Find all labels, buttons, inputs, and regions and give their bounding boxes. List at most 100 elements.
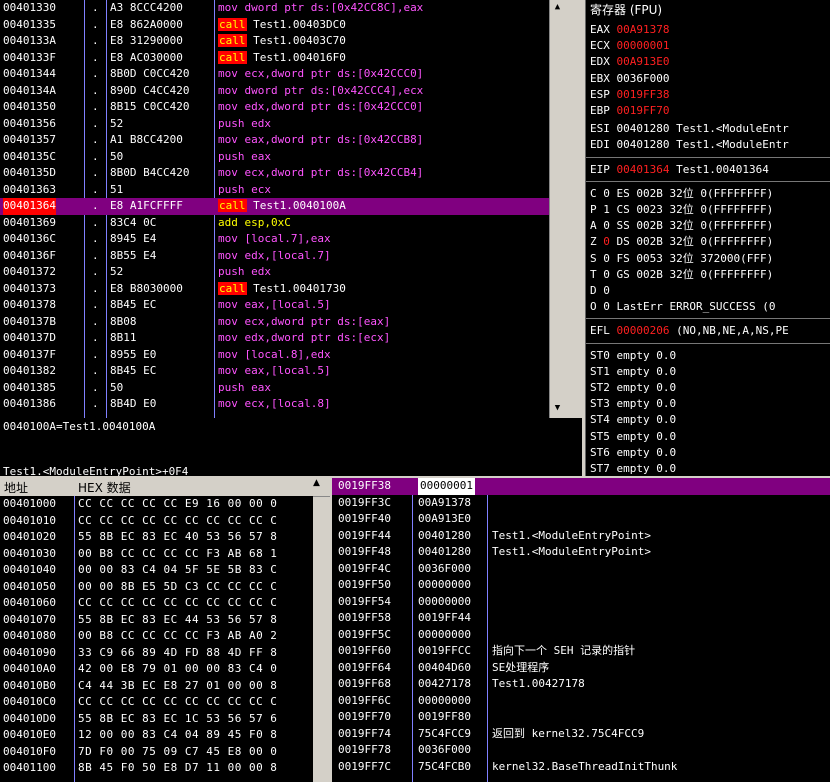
- disassembly-row[interactable]: 00401385. 50 push eax: [0, 380, 565, 397]
- hexdump-row[interactable]: 00401100 8B 45 F0 50 E8 D7 11 00 00 8: [0, 760, 313, 777]
- hexdump-row[interactable]: 004010B0 C4 44 3B EC E8 27 01 00 00 8: [0, 678, 313, 695]
- disassembly-row[interactable]: 0040136F. 8B55 E4 mov edx,[local.7]: [0, 248, 565, 265]
- disassembly-row[interactable]: 0040137F. 8955 E0 mov [local.8],edx: [0, 347, 565, 364]
- stack-row[interactable]: 0019FF6C 00000000: [332, 693, 830, 710]
- fpu-row[interactable]: ST0 empty 0.0: [590, 348, 676, 364]
- flag-row[interactable]: T 0 GS 002B 32位 0(FFFFFFFF): [590, 267, 773, 283]
- hexdump-row[interactable]: 004010F0 7D F0 00 75 09 C7 45 E8 00 0: [0, 744, 313, 761]
- flag-row[interactable]: A 0 SS 002B 32位 0(FFFFFFFF): [590, 218, 773, 234]
- hexdump-row[interactable]: 00401040 00 00 83 C4 04 5F 5E 5B 83 C: [0, 562, 313, 579]
- hexdump-row[interactable]: 00401010 CC CC CC CC CC CC CC CC CC C: [0, 513, 313, 530]
- disassembly-row[interactable]: 00401356. 52 push edx: [0, 116, 565, 133]
- flag-row[interactable]: P 1 CS 0023 32位 0(FFFFFFFF): [590, 202, 773, 218]
- stack-row[interactable]: 0019FF58 0019FF44: [332, 610, 830, 627]
- instruction-marker: .: [92, 34, 99, 47]
- stack-row[interactable]: 0019FF54 00000000: [332, 594, 830, 611]
- scroll-up-icon[interactable]: ▲: [551, 1, 564, 14]
- flag-row[interactable]: O 0 LastErr ERROR_SUCCESS (0: [590, 299, 775, 315]
- hexdump-row[interactable]: 00401000 CC CC CC CC CC E9 16 00 00 0: [0, 496, 313, 513]
- fpu-row[interactable]: ST2 empty 0.0: [590, 380, 676, 396]
- stack-row[interactable]: 0019FF40 00A913E0: [332, 511, 830, 528]
- disassembly-row[interactable]: 00401344. 8B0D C0CC420 mov ecx,dword ptr d…: [0, 66, 565, 83]
- stack-row[interactable]: 0019FF38 00000001: [332, 478, 830, 495]
- disassembly-row[interactable]: 0040134A. 890D C4CC420 mov dword ptr ds:[0…: [0, 83, 565, 100]
- disassembly-scrollbar[interactable]: ▲ ▼: [549, 0, 565, 418]
- hexdump-row[interactable]: 00401090 33 C9 66 89 4D FD 88 4D FF 8: [0, 645, 313, 662]
- flag-value: 0: [603, 235, 610, 249]
- stack-pane[interactable]: 0019FF38 00000001 0019FF3C 00A91378 0019FF40…: [332, 478, 830, 782]
- disassembly-row[interactable]: 00401373. E8 B8030000 call Test1.00401730: [0, 281, 565, 298]
- instruction-address: 00401335: [3, 17, 56, 31]
- disassembly-row[interactable]: 0040136C. 8945 E4 mov [local.7],eax: [0, 231, 565, 248]
- flag-row[interactable]: C 0 ES 002B 32位 0(FFFFFFFF): [590, 186, 773, 202]
- register-row[interactable]: EIP 00401364 Test1.00401364: [590, 162, 769, 178]
- fpu-row[interactable]: ST1 empty 0.0: [590, 364, 676, 380]
- disassembly-row[interactable]: 00401335. E8 862A0000 call Test1.00403DC0: [0, 17, 565, 34]
- register-row[interactable]: ESI 00401280 Test1.<ModuleEntr: [590, 121, 789, 137]
- disassembly-row[interactable]: 0040133A. E8 31290000 call Test1.00403C70: [0, 33, 565, 50]
- disassembly-row[interactable]: 00401378. 8B45 EC mov eax,[local.5]: [0, 297, 565, 314]
- hexdump-row[interactable]: 00401020 55 8B EC 83 EC 40 53 56 57 8: [0, 529, 313, 546]
- disassembly-row[interactable]: 0040135C. 50 push eax: [0, 149, 565, 166]
- disassembly-row[interactable]: 00401330. A3 8CCC4200 mov dword ptr ds:[0x…: [0, 0, 565, 17]
- column-header-address[interactable]: 地址: [4, 479, 28, 496]
- fpu-row[interactable]: ST7 empty 0.0: [590, 461, 676, 476]
- disassembly-row[interactable]: 00401363. 51 push ecx: [0, 182, 565, 199]
- stack-row[interactable]: 0019FF68 00427178 Test1.00427178: [332, 676, 830, 693]
- register-row[interactable]: EDI 00401280 Test1.<ModuleEntr: [590, 137, 789, 153]
- stack-row[interactable]: 0019FF70 0019FF80: [332, 709, 830, 726]
- disassembly-row[interactable]: 00401350. 8B15 C0CC420 mov edx,dword ptr d…: [0, 99, 565, 116]
- hexdump-row[interactable]: 00401030 00 B8 CC CC CC CC F3 AB 68 1: [0, 546, 313, 563]
- register-row[interactable]: EBX 0036F000: [590, 71, 669, 87]
- hexdump-pane[interactable]: 00401000 CC CC CC CC CC E9 16 00 00 0 0040…: [0, 496, 313, 782]
- hexdump-row[interactable]: 004010A0 42 00 E8 79 01 00 00 83 C4 0: [0, 661, 313, 678]
- registers-pane[interactable]: 寄存器 (FPU) EAX 00A91378 ECX 00000001 EDX …: [585, 0, 830, 476]
- register-row[interactable]: EAX 00A91378: [590, 22, 669, 38]
- hexdump-row[interactable]: 00401070 55 8B EC 83 EC 44 53 56 57 8: [0, 612, 313, 629]
- scroll-up-icon[interactable]: ▲: [313, 478, 320, 488]
- fpu-row[interactable]: ST5 empty 0.0: [590, 429, 676, 445]
- hexdump-row[interactable]: 004010D0 55 8B EC 83 EC 1C 53 56 57 6: [0, 711, 313, 728]
- scroll-down-icon[interactable]: ▼: [551, 402, 564, 415]
- stack-row[interactable]: 0019FF60 0019FFCC 指向下一个 SEH 记录的指针: [332, 643, 830, 660]
- hexdump-row[interactable]: 00401050 00 00 8B E5 5D C3 CC CC CC C: [0, 579, 313, 596]
- disassembly-row[interactable]: 0040133F. E8 AC030000 call Test1.004016F0: [0, 50, 565, 67]
- register-row[interactable]: ESP 0019FF38: [590, 87, 669, 103]
- fpu-row[interactable]: ST4 empty 0.0: [590, 412, 676, 428]
- hexdump-row[interactable]: 004010E0 12 00 00 83 C4 04 89 45 F0 8: [0, 727, 313, 744]
- fpu-row[interactable]: ST6 empty 0.0: [590, 445, 676, 461]
- fpu-row[interactable]: ST3 empty 0.0: [590, 396, 676, 412]
- stack-row[interactable]: 0019FF4C 0036F000: [332, 561, 830, 578]
- instruction-text: mov dword ptr ds:[0x42CC8C],eax: [218, 0, 423, 17]
- disassembly-row[interactable]: 0040135D. 8B0D B4CC420 mov ecx,dword ptr d…: [0, 165, 565, 182]
- disassembly-row[interactable]: 0040137D. 8B11 mov edx,dword ptr ds:[ecx]: [0, 330, 565, 347]
- stack-row[interactable]: 0019FF48 00401280 Test1.<ModuleEntryPoint>: [332, 544, 830, 561]
- stack-row[interactable]: 0019FF5C 00000000: [332, 627, 830, 644]
- disassembly-row[interactable]: 00401382. 8B45 EC mov eax,[local.5]: [0, 363, 565, 380]
- hexdump-row[interactable]: 00401080 00 B8 CC CC CC CC F3 AB A0 2: [0, 628, 313, 645]
- hexdump-row[interactable]: 00401060 CC CC CC CC CC CC CC CC CC C: [0, 595, 313, 612]
- flag-row[interactable]: Z 0 DS 002B 32位 0(FFFFFFFF): [590, 234, 773, 250]
- disassembly-row[interactable]: 00401372. 52 push edx: [0, 264, 565, 281]
- stack-row[interactable]: 0019FF50 00000000: [332, 577, 830, 594]
- disassembly-row[interactable]: 00401357. A1 B8CC4200 mov eax,dword ptr ds…: [0, 132, 565, 149]
- register-row[interactable]: EBP 0019FF70: [590, 103, 669, 119]
- stack-row[interactable]: 0019FF44 00401280 Test1.<ModuleEntryPoint>: [332, 528, 830, 545]
- register-row[interactable]: ECX 00000001: [590, 38, 669, 54]
- disassembly-row[interactable]: 00401386. 8B4D E0 mov ecx,[local.8]: [0, 396, 565, 413]
- flag-row[interactable]: D 0: [590, 283, 610, 299]
- disassembly-row[interactable]: 00401364. E8 A1FCFFFF call Test1.0040100A: [0, 198, 565, 215]
- stack-row[interactable]: 0019FF3C 00A91378: [332, 495, 830, 512]
- column-header-hex[interactable]: HEX 数据: [78, 479, 131, 496]
- stack-row[interactable]: 0019FF64 00404D60 SE处理程序: [332, 660, 830, 677]
- hexdump-row[interactable]: 004010C0 CC CC CC CC CC CC CC CC CC C: [0, 694, 313, 711]
- disassembly-row[interactable]: 00401369. 83C4 0C add esp,0xC: [0, 215, 565, 232]
- stack-row[interactable]: 0019FF7C 75C4FCB0 kernel32.BaseThreadInitT…: [332, 759, 830, 776]
- register-row[interactable]: EDX 00A913E0: [590, 54, 669, 70]
- disassembly-row[interactable]: 0040137B. 8B08 mov ecx,dword ptr ds:[eax]: [0, 314, 565, 331]
- disassembly-pane[interactable]: 00401330. A3 8CCC4200 mov dword ptr ds:[0x…: [0, 0, 565, 418]
- stack-row[interactable]: 0019FF74 75C4FCC9 返回到 kernel32.75C4FCC9: [332, 726, 830, 743]
- stack-row[interactable]: 0019FF78 0036F000: [332, 742, 830, 759]
- register-row[interactable]: EFL 00000206 (NO,NB,NE,A,NS,PE: [590, 323, 789, 339]
- flag-row[interactable]: S 0 FS 0053 32位 372000(FFF): [590, 251, 773, 267]
